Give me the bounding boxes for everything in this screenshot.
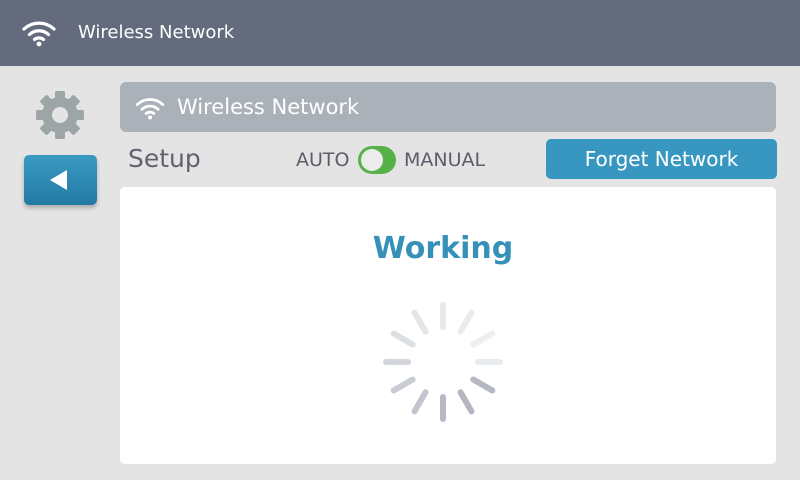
- network-name: Wireless Network: [177, 95, 360, 119]
- network-name-bar: Wireless Network: [120, 82, 776, 132]
- wifi-icon: [22, 21, 56, 47]
- status-panel: Working: [120, 187, 776, 464]
- mode-manual-label: MANUAL: [404, 149, 486, 171]
- setup-label: Setup: [128, 144, 201, 173]
- wifi-icon: [135, 98, 165, 120]
- forget-network-button[interactable]: Forget Network: [546, 139, 777, 179]
- back-button[interactable]: [24, 155, 97, 205]
- toggle-knob: [361, 149, 383, 171]
- back-arrow-icon: [50, 170, 67, 190]
- mode-toggle[interactable]: [358, 146, 396, 174]
- loading-spinner-icon: [383, 302, 503, 422]
- header-title: Wireless Network: [78, 22, 235, 43]
- header-bar: Wireless Network: [0, 0, 800, 66]
- working-title: Working: [372, 231, 514, 266]
- gear-icon[interactable]: [33, 88, 87, 142]
- mode-auto-label: AUTO: [296, 149, 350, 171]
